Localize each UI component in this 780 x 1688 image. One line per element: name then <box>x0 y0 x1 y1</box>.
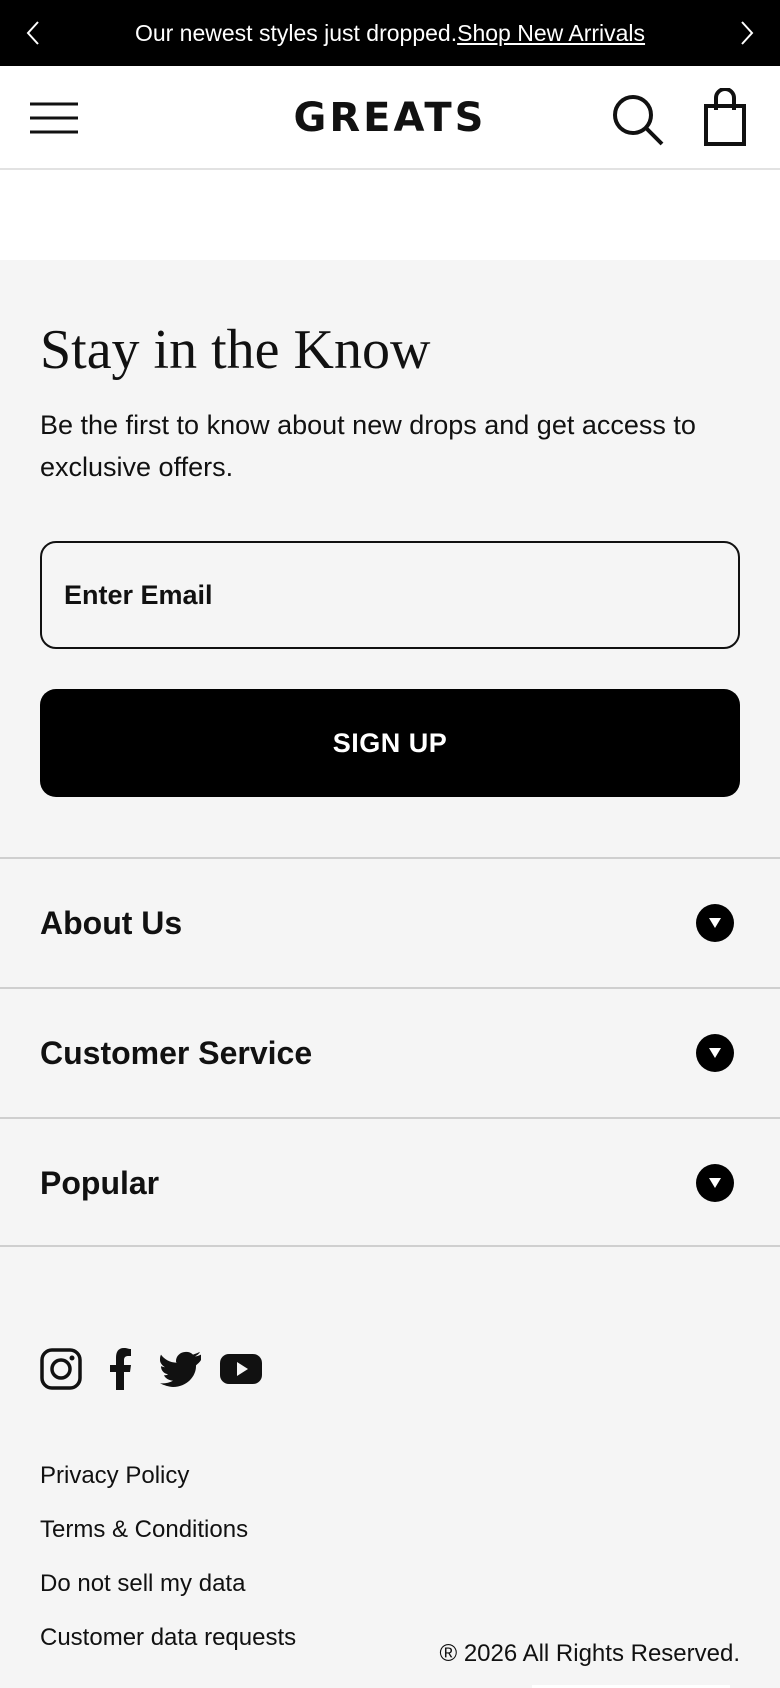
email-field[interactable]: Enter Email <box>40 541 740 649</box>
data-requests-link[interactable]: Customer data requests <box>40 1620 296 1674</box>
social-links <box>40 1348 262 1390</box>
terms-conditions-link[interactable]: Terms & Conditions <box>40 1512 296 1566</box>
search-icon[interactable] <box>610 92 666 148</box>
do-not-sell-link[interactable]: Do not sell my data <box>40 1566 296 1620</box>
shopping-bag-icon[interactable] <box>700 87 752 148</box>
announcement-text: Our newest styles just dropped. <box>134 19 458 46</box>
signup-button[interactable]: SIGN UP <box>40 689 740 797</box>
instagram-icon[interactable] <box>40 1348 82 1390</box>
caret-down-icon[interactable] <box>696 1034 734 1072</box>
youtube-icon[interactable] <box>220 1348 262 1390</box>
legal-links: Privacy Policy Terms & Conditions Do not… <box>40 1458 296 1674</box>
accordion-label: About Us <box>40 904 183 941</box>
twitter-icon[interactable] <box>160 1348 202 1390</box>
chevron-right-icon[interactable] <box>732 18 762 48</box>
content-spacer <box>0 170 780 260</box>
shop-new-arrivals-link[interactable]: Shop New Arrivals <box>457 20 645 47</box>
accordion-about-us[interactable]: About Us <box>0 857 780 987</box>
menu-icon[interactable] <box>28 100 80 136</box>
accordion-label: Popular <box>40 1164 160 1201</box>
announcement-bar: Our newest styles just dropped. Shop New… <box>0 0 780 66</box>
caret-down-icon[interactable] <box>696 1164 734 1202</box>
newsletter-section: Stay in the Know Be the first to know ab… <box>40 319 740 488</box>
site-header: GREATS <box>0 66 780 170</box>
accordion-label: Customer Service <box>40 1034 313 1071</box>
accordion-popular[interactable]: Popular <box>0 1117 780 1247</box>
newsletter-title: Stay in the Know <box>40 319 431 381</box>
copyright-text: ® 2026 All Rights Reserved. <box>439 1640 740 1667</box>
newsletter-description: Be the first to know about new drops and… <box>40 409 696 482</box>
accordion-customer-service[interactable]: Customer Service <box>0 987 780 1117</box>
caret-down-icon[interactable] <box>696 904 734 942</box>
privacy-policy-link[interactable]: Privacy Policy <box>40 1458 296 1512</box>
facebook-icon[interactable] <box>100 1348 142 1390</box>
chevron-left-icon[interactable] <box>18 18 48 48</box>
greats-logo[interactable]: GREATS <box>290 90 490 146</box>
